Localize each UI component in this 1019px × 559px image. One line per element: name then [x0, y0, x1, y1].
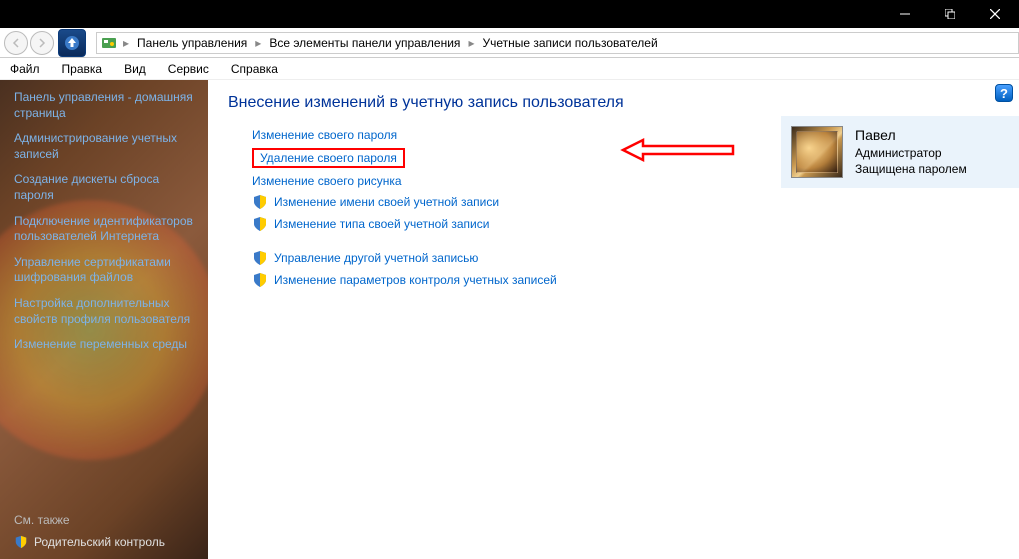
chevron-right-icon: ▸: [255, 36, 261, 50]
parental-control-label: Родительский контроль: [34, 535, 165, 549]
breadcrumb[interactable]: ▸ Панель управления ▸ Все элементы панел…: [96, 32, 1019, 54]
shield-icon: [14, 535, 28, 549]
shield-icon: [252, 194, 268, 210]
forward-button[interactable]: [30, 31, 54, 55]
menu-edit[interactable]: Правка: [58, 60, 107, 78]
menu-help[interactable]: Справка: [227, 60, 282, 78]
breadcrumb-item[interactable]: Панель управления: [131, 36, 253, 50]
control-panel-icon: [101, 35, 117, 51]
user-role: Администратор: [855, 145, 967, 161]
user-status: Защищена паролем: [855, 161, 967, 177]
sidebar-link-env-vars[interactable]: Изменение переменных среды: [14, 337, 194, 353]
breadcrumb-item[interactable]: Учетные записи пользователей: [476, 36, 663, 50]
back-button[interactable]: [4, 31, 28, 55]
sidebar-link-home[interactable]: Панель управления - домашняя страница: [14, 90, 194, 121]
user-card: Павел Администратор Защищена паролем: [781, 116, 1019, 188]
action-uac-settings[interactable]: Изменение параметров контроля учетных за…: [252, 272, 999, 288]
action-change-name[interactable]: Изменение имени своей учетной записи: [252, 194, 999, 210]
sidebar-link-profile-props[interactable]: Настройка дополнительных свойств профиля…: [14, 296, 194, 327]
chevron-right-icon: ▸: [468, 36, 474, 50]
chevron-right-icon: ▸: [123, 36, 129, 50]
menu-view[interactable]: Вид: [120, 60, 150, 78]
sidebar-link-parental-control[interactable]: Родительский контроль: [14, 535, 165, 549]
sidebar-link-password-reset-disk[interactable]: Создание дискеты сброса пароля: [14, 172, 194, 203]
shield-icon: [252, 250, 268, 266]
shield-icon: [252, 216, 268, 232]
maximize-button[interactable]: [927, 0, 972, 28]
window-titlebar: [0, 0, 1019, 28]
sidebar-link-certificates[interactable]: Управление сертификатами шифрования файл…: [14, 255, 194, 286]
help-icon[interactable]: ?: [995, 84, 1013, 102]
action-manage-other[interactable]: Управление другой учетной записью: [252, 250, 999, 266]
menu-file[interactable]: Файл: [6, 60, 44, 78]
breadcrumb-item[interactable]: Все элементы панели управления: [263, 36, 466, 50]
main-panel: ? Внесение изменений в учетную запись по…: [208, 80, 1019, 559]
up-button[interactable]: [58, 29, 86, 57]
minimize-button[interactable]: [882, 0, 927, 28]
navigation-bar: ▸ Панель управления ▸ Все элементы панел…: [0, 28, 1019, 58]
sidebar-link-admin-accounts[interactable]: Администрирование учетных записей: [14, 131, 194, 162]
sidebar: Панель управления - домашняя страница Ад…: [0, 80, 208, 559]
close-button[interactable]: [972, 0, 1017, 28]
user-name: Павел: [855, 126, 967, 145]
shield-icon: [252, 272, 268, 288]
annotation-arrow-icon: [618, 135, 738, 165]
avatar: [791, 126, 843, 178]
see-also-label: См. также: [14, 513, 165, 527]
page-title: Внесение изменений в учетную запись поль…: [228, 94, 999, 112]
action-change-type[interactable]: Изменение типа своей учетной записи: [252, 216, 999, 232]
menu-tools[interactable]: Сервис: [164, 60, 213, 78]
sidebar-link-online-ids[interactable]: Подключение идентификаторов пользователе…: [14, 214, 194, 245]
menu-bar: Файл Правка Вид Сервис Справка: [0, 58, 1019, 80]
